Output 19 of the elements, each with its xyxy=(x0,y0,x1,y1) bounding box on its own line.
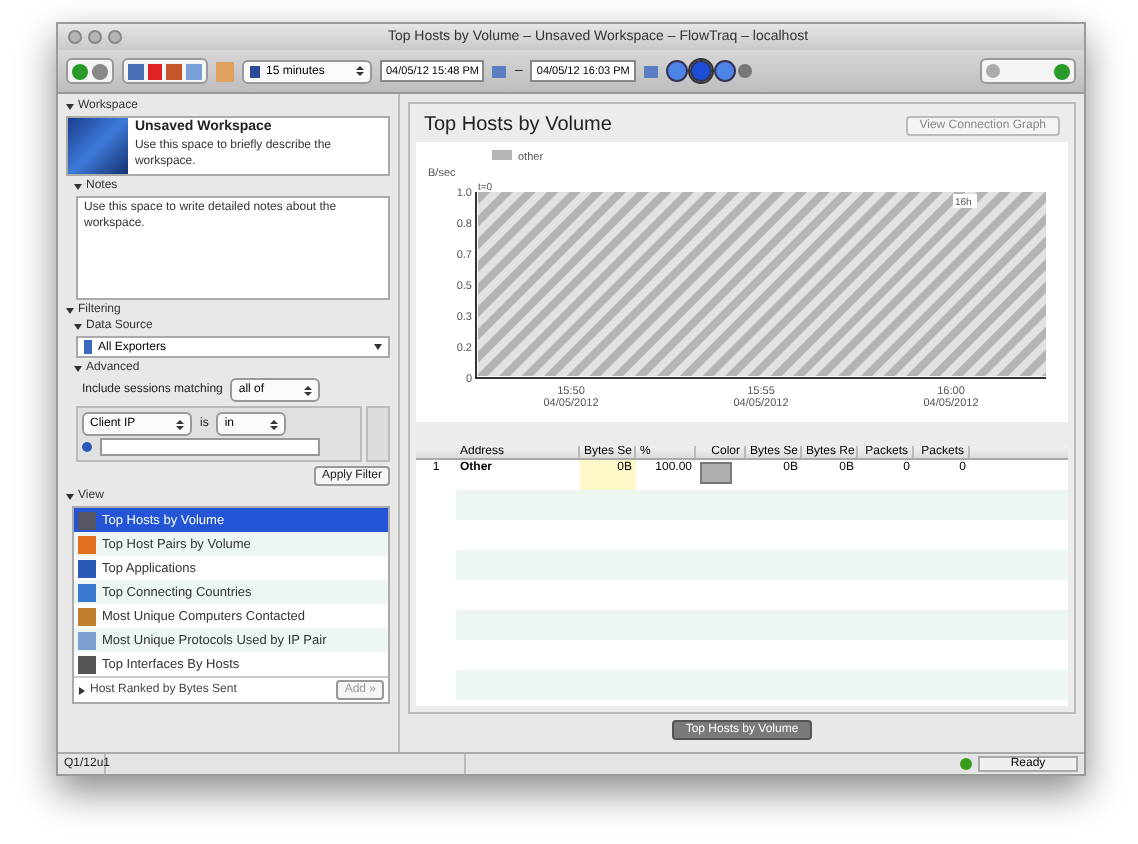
disclosure-icon[interactable] xyxy=(79,686,85,694)
disclosure-icon[interactable] xyxy=(74,323,82,329)
range-button[interactable] xyxy=(713,60,736,82)
disclosure-icon[interactable] xyxy=(74,365,82,371)
range-button[interactable] xyxy=(689,60,712,82)
file-buttons[interactable] xyxy=(122,58,208,84)
navigation-buttons[interactable] xyxy=(66,58,114,84)
photo-placeholder xyxy=(68,118,129,174)
info-icon xyxy=(82,441,92,452)
disclosure-icon[interactable] xyxy=(74,183,82,189)
refresh-control[interactable] xyxy=(980,58,1076,84)
disclosure-icon[interactable] xyxy=(66,103,74,109)
disclosure-icon[interactable] xyxy=(66,307,74,313)
disclosure-icon[interactable] xyxy=(66,493,74,499)
range-button[interactable] xyxy=(665,60,688,82)
value-field[interactable] xyxy=(100,437,320,456)
report-title: Top Hosts by Volume xyxy=(424,114,612,136)
status-indicator-icon xyxy=(960,758,972,770)
legend-swatch xyxy=(492,150,512,160)
